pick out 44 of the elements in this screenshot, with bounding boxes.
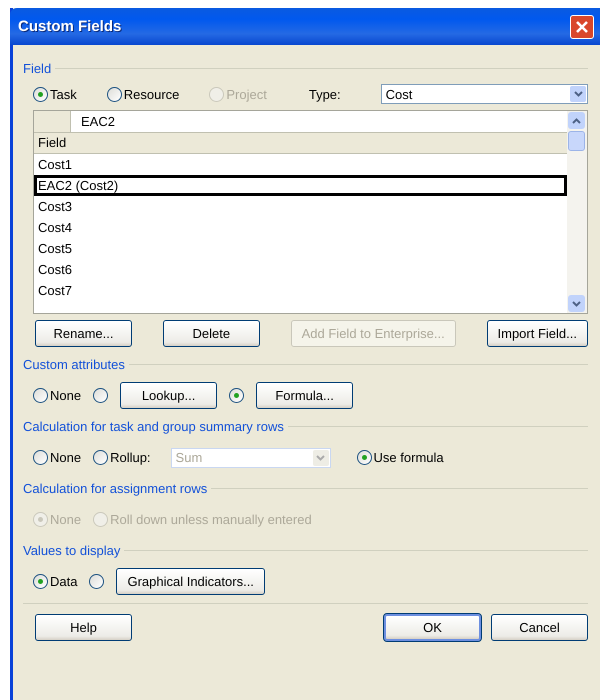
field-list-row[interactable]: Cost4 [34, 217, 567, 238]
field-action-button[interactable]: Import Field... [486, 320, 588, 347]
dialog-open-button[interactable]: Lookup... [120, 382, 218, 409]
radio-option[interactable]: None [33, 450, 82, 465]
field-list-row[interactable]: Cost1 [34, 154, 567, 175]
field-list-row[interactable]: Cost7 [34, 280, 567, 301]
field-list-row[interactable]: Cost5 [34, 238, 567, 259]
field-action-button[interactable]: Rename... [35, 320, 132, 347]
field-list-row[interactable]: Cost3 [34, 196, 567, 217]
dialog-open-button[interactable]: Formula... [256, 382, 354, 409]
radio-option[interactable]: None [33, 388, 82, 403]
radio-button[interactable] [89, 574, 104, 589]
group-label: Calculation for task and group summary rows [23, 419, 284, 434]
radio-option[interactable]: Data [33, 574, 78, 589]
dialog-open-button[interactable]: Graphical Indicators... [116, 568, 265, 595]
type-label: Type: [308, 86, 341, 102]
radio-option[interactable]: Use formula [356, 450, 444, 465]
radio-option[interactable]: Resource [106, 86, 180, 102]
type-dropdown[interactable]: Cost [380, 84, 588, 104]
dialog-button[interactable]: OK [384, 614, 481, 641]
field-list-row[interactable]: EAC2 (Cost2) [34, 175, 567, 196]
chevron-down-icon [572, 300, 581, 306]
group-label: Calculation for assignment rows [23, 481, 208, 496]
radio-button[interactable] [229, 388, 244, 403]
field-edit-input[interactable]: EAC2 [71, 111, 115, 132]
group-label: Values to display [23, 543, 120, 558]
field-list-row[interactable]: Cost6 [34, 259, 567, 280]
radio-option[interactable]: Rollup: [93, 450, 151, 465]
radio-button[interactable] [93, 388, 108, 403]
scrollbar-thumb[interactable] [568, 131, 585, 151]
close-icon [575, 20, 589, 34]
scrollbar[interactable] [567, 111, 587, 313]
scroll-down-button[interactable] [568, 295, 585, 312]
dialog-button[interactable]: Cancel [491, 614, 588, 641]
group-label: Custom attributes [23, 357, 125, 372]
scroll-up-button[interactable] [568, 112, 585, 129]
close-button[interactable] [570, 14, 594, 38]
dialog-button[interactable]: Help [35, 614, 132, 641]
chevron-up-icon [572, 118, 581, 124]
group-label: Field [23, 61, 52, 76]
window-title: Custom Fields [18, 18, 122, 35]
field-action-button[interactable]: Delete [162, 320, 260, 347]
column-header: Field [34, 133, 567, 154]
radio-option[interactable]: Task [33, 86, 77, 102]
